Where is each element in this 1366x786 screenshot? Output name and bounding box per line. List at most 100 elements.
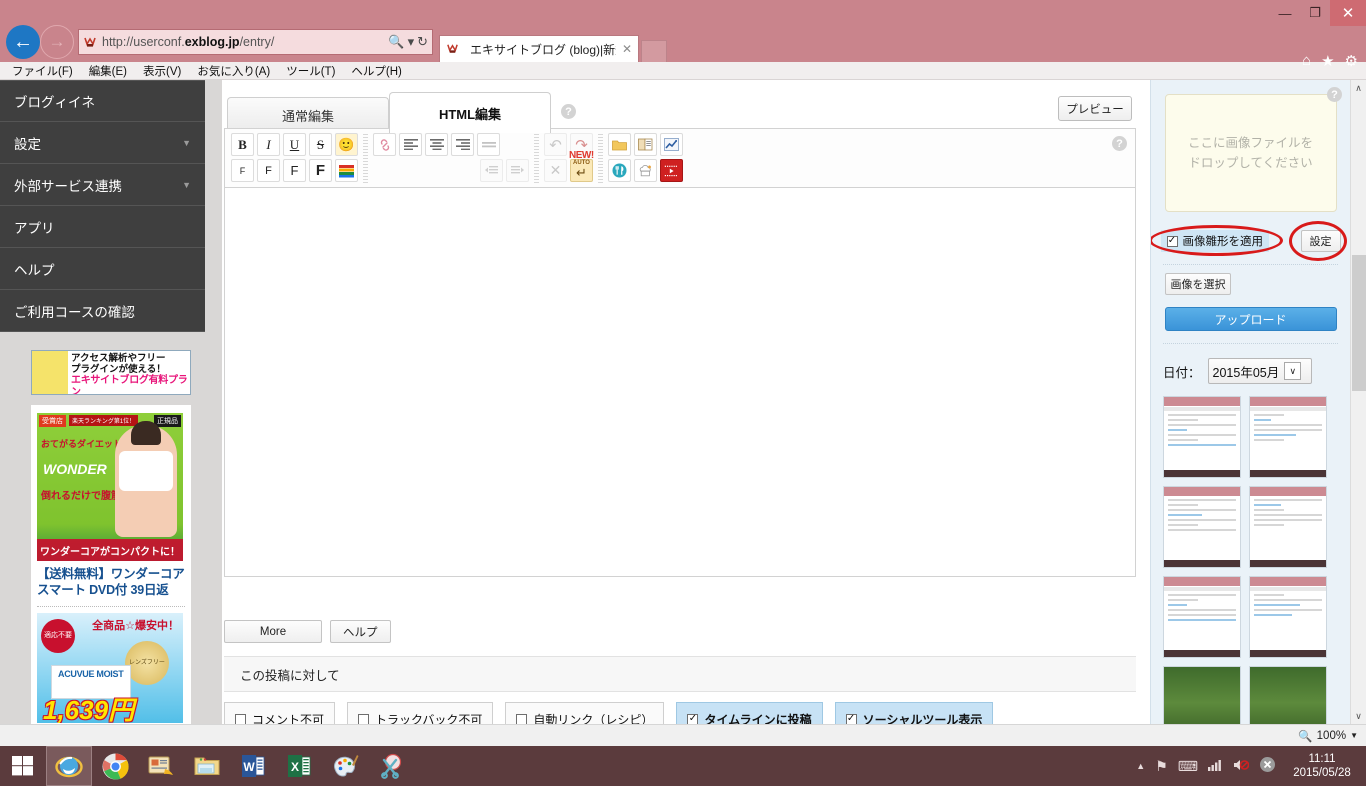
thumbnail-item[interactable]	[1249, 666, 1327, 724]
ime-input-icon[interactable]: ⌨	[1178, 758, 1198, 775]
sidebar-item-course-check[interactable]: ご利用コースの確認	[0, 290, 205, 332]
start-button[interactable]	[0, 746, 46, 786]
font-size-large-button[interactable]: F	[283, 159, 306, 182]
menu-favorites[interactable]: お気に入り(A)	[197, 63, 270, 79]
recipe-icon[interactable]	[634, 159, 657, 182]
chevron-down-icon[interactable]: ▼	[1350, 731, 1358, 740]
new-tab-button[interactable]	[641, 40, 667, 62]
undo-icon[interactable]: ↶	[544, 133, 567, 156]
thumbnail-item[interactable]	[1249, 486, 1327, 568]
preview-button[interactable]: プレビュー	[1058, 96, 1132, 121]
tabs-help-icon[interactable]: ?	[561, 104, 576, 119]
thumbnail-item[interactable]	[1249, 396, 1327, 478]
refresh-icon[interactable]: ↻	[417, 34, 428, 50]
upload-button[interactable]: アップロード	[1164, 307, 1337, 331]
align-center-button[interactable]	[425, 133, 448, 156]
zoom-control[interactable]: 🔍 100% ▼	[1298, 729, 1358, 743]
video-icon[interactable]	[660, 159, 683, 182]
menu-edit[interactable]: 編集(E)	[89, 63, 127, 79]
taskbar-google-chrome-icon[interactable]	[92, 746, 138, 786]
ad-title[interactable]: 【送料無料】ワンダーコア スマート DVD付 39日返	[37, 566, 185, 598]
sidebar-item-apps[interactable]: アプリ	[0, 206, 205, 248]
taskbar-paint-icon[interactable]	[322, 746, 368, 786]
align-right-button[interactable]	[451, 133, 474, 156]
restaurant-icon[interactable]	[608, 159, 631, 182]
clear-formatting-icon[interactable]: ✕	[544, 159, 567, 182]
scrollbar-thumb[interactable]	[1352, 255, 1366, 391]
option-post-to-timeline[interactable]: ✓ タイムラインに投稿	[676, 702, 823, 724]
option-no-comments[interactable]: コメント不可	[224, 702, 336, 724]
action-center-flag-icon[interactable]: ⚑	[1155, 758, 1168, 775]
date-select[interactable]: 2015年05月 ∨	[1207, 358, 1312, 384]
underline-button[interactable]: U	[283, 133, 306, 156]
tray-expand-icon[interactable]: ▲	[1136, 761, 1145, 771]
editor-help-button[interactable]: ヘルプ	[330, 620, 391, 643]
taskbar-snipping-tool-icon[interactable]	[368, 746, 414, 786]
sidebar-item-blog-in[interactable]: ブログィイネ	[0, 80, 205, 122]
tools-gear-icon[interactable]: ⚙	[1345, 52, 1358, 70]
image-dropzone[interactable]: ここに画像ファイルを ドロップしてください	[1164, 94, 1337, 212]
emoji-icon[interactable]: 🙂	[335, 133, 358, 156]
auto-return-button[interactable]: AUTO ↵	[570, 159, 593, 182]
book-icon[interactable]	[634, 133, 657, 156]
volume-muted-icon[interactable]	[1233, 758, 1250, 775]
menu-help[interactable]: ヘルプ(H)	[351, 63, 401, 79]
thumbnail-item[interactable]	[1249, 576, 1327, 658]
toolbar-help-icon[interactable]: ?	[1112, 136, 1127, 151]
chevron-down-icon[interactable]: ▾	[408, 34, 415, 50]
scroll-down-icon[interactable]: ∨	[1351, 708, 1366, 724]
advertisement-card[interactable]: 受賞店 楽天ランキング第1位！ 正規品 おてがるダイエットに WONDER 倒れ…	[31, 405, 191, 724]
favorites-star-icon[interactable]: ★	[1321, 52, 1334, 70]
bold-button[interactable]: B	[231, 133, 254, 156]
link-icon[interactable]	[373, 133, 396, 156]
menu-file[interactable]: ファイル(F)	[12, 63, 73, 79]
option-no-trackback[interactable]: トラックバック不可	[347, 702, 494, 724]
taskbar-file-explorer-icon[interactable]	[184, 746, 230, 786]
outdent-button[interactable]	[480, 159, 503, 182]
strikethrough-button[interactable]: S	[309, 133, 332, 156]
indent-button[interactable]	[506, 159, 529, 182]
folder-icon[interactable]	[608, 133, 631, 156]
scroll-up-icon[interactable]: ∧	[1351, 80, 1366, 96]
font-size-small-button[interactable]: F	[231, 159, 254, 182]
thumbnail-item[interactable]	[1163, 576, 1241, 658]
option-auto-link[interactable]: 自動リンク（レシピ）	[505, 702, 665, 724]
tab-close-icon[interactable]: ✕	[622, 42, 632, 56]
image-settings-button[interactable]: 設定	[1300, 230, 1341, 252]
font-size-xlarge-button[interactable]: F	[309, 159, 332, 182]
network-signal-icon[interactable]	[1208, 758, 1223, 774]
more-button[interactable]: More	[224, 620, 322, 643]
font-size-medium-button[interactable]: F	[257, 159, 280, 182]
search-icon[interactable]: 🔍	[388, 34, 404, 50]
taskbar-microsoft-excel-icon[interactable]: X	[276, 746, 322, 786]
home-icon[interactable]: ⌂	[1302, 52, 1311, 70]
menu-view[interactable]: 表示(V)	[143, 63, 181, 79]
browser-tab[interactable]: エキサイトブログ (blog)|新規... ✕	[439, 35, 639, 62]
sidebar-item-help[interactable]: ヘルプ	[0, 248, 205, 290]
html-editor-textarea[interactable]	[224, 188, 1136, 577]
page-scrollbar[interactable]: ∧ ∨	[1350, 80, 1366, 724]
apply-template-checkbox[interactable]: ✓ 画像雛形を適用	[1160, 230, 1269, 252]
promo-banner[interactable]: アクセス解析やフリー プラグインが使える！ エキサイトブログ有料プラン	[31, 350, 191, 395]
taskbar-microsoft-word-icon[interactable]: W	[230, 746, 276, 786]
thumbnail-item[interactable]	[1163, 396, 1241, 478]
chart-icon[interactable]	[660, 133, 683, 156]
thumbnail-item[interactable]	[1163, 666, 1241, 724]
taskbar-windows-live-mail-icon[interactable]	[138, 746, 184, 786]
taskbar-clock[interactable]: 11:11 2015/05/28	[1286, 752, 1358, 780]
font-color-icon[interactable]	[335, 159, 358, 182]
address-bar[interactable]: http://userconf.exblog.jp/entry/ 🔍 ▾ ↻	[78, 29, 433, 55]
tab-html-edit[interactable]: HTML編集	[389, 92, 551, 133]
align-justify-button[interactable]	[477, 133, 500, 156]
sidebar-item-external-services[interactable]: 外部サービス連携 ▼	[0, 164, 205, 206]
menu-tools[interactable]: ツール(T)	[286, 63, 335, 79]
select-image-button[interactable]: 画像を選択	[1165, 273, 1231, 295]
image-panel-help-icon[interactable]: ?	[1327, 87, 1342, 102]
back-icon[interactable]: ←	[6, 25, 40, 59]
align-left-button[interactable]	[399, 133, 422, 156]
forward-icon[interactable]: →	[40, 25, 74, 59]
italic-button[interactable]: I	[257, 133, 280, 156]
taskbar-internet-explorer-icon[interactable]	[46, 746, 92, 786]
thumbnail-item[interactable]	[1163, 486, 1241, 568]
sidebar-item-settings[interactable]: 設定 ▼	[0, 122, 205, 164]
